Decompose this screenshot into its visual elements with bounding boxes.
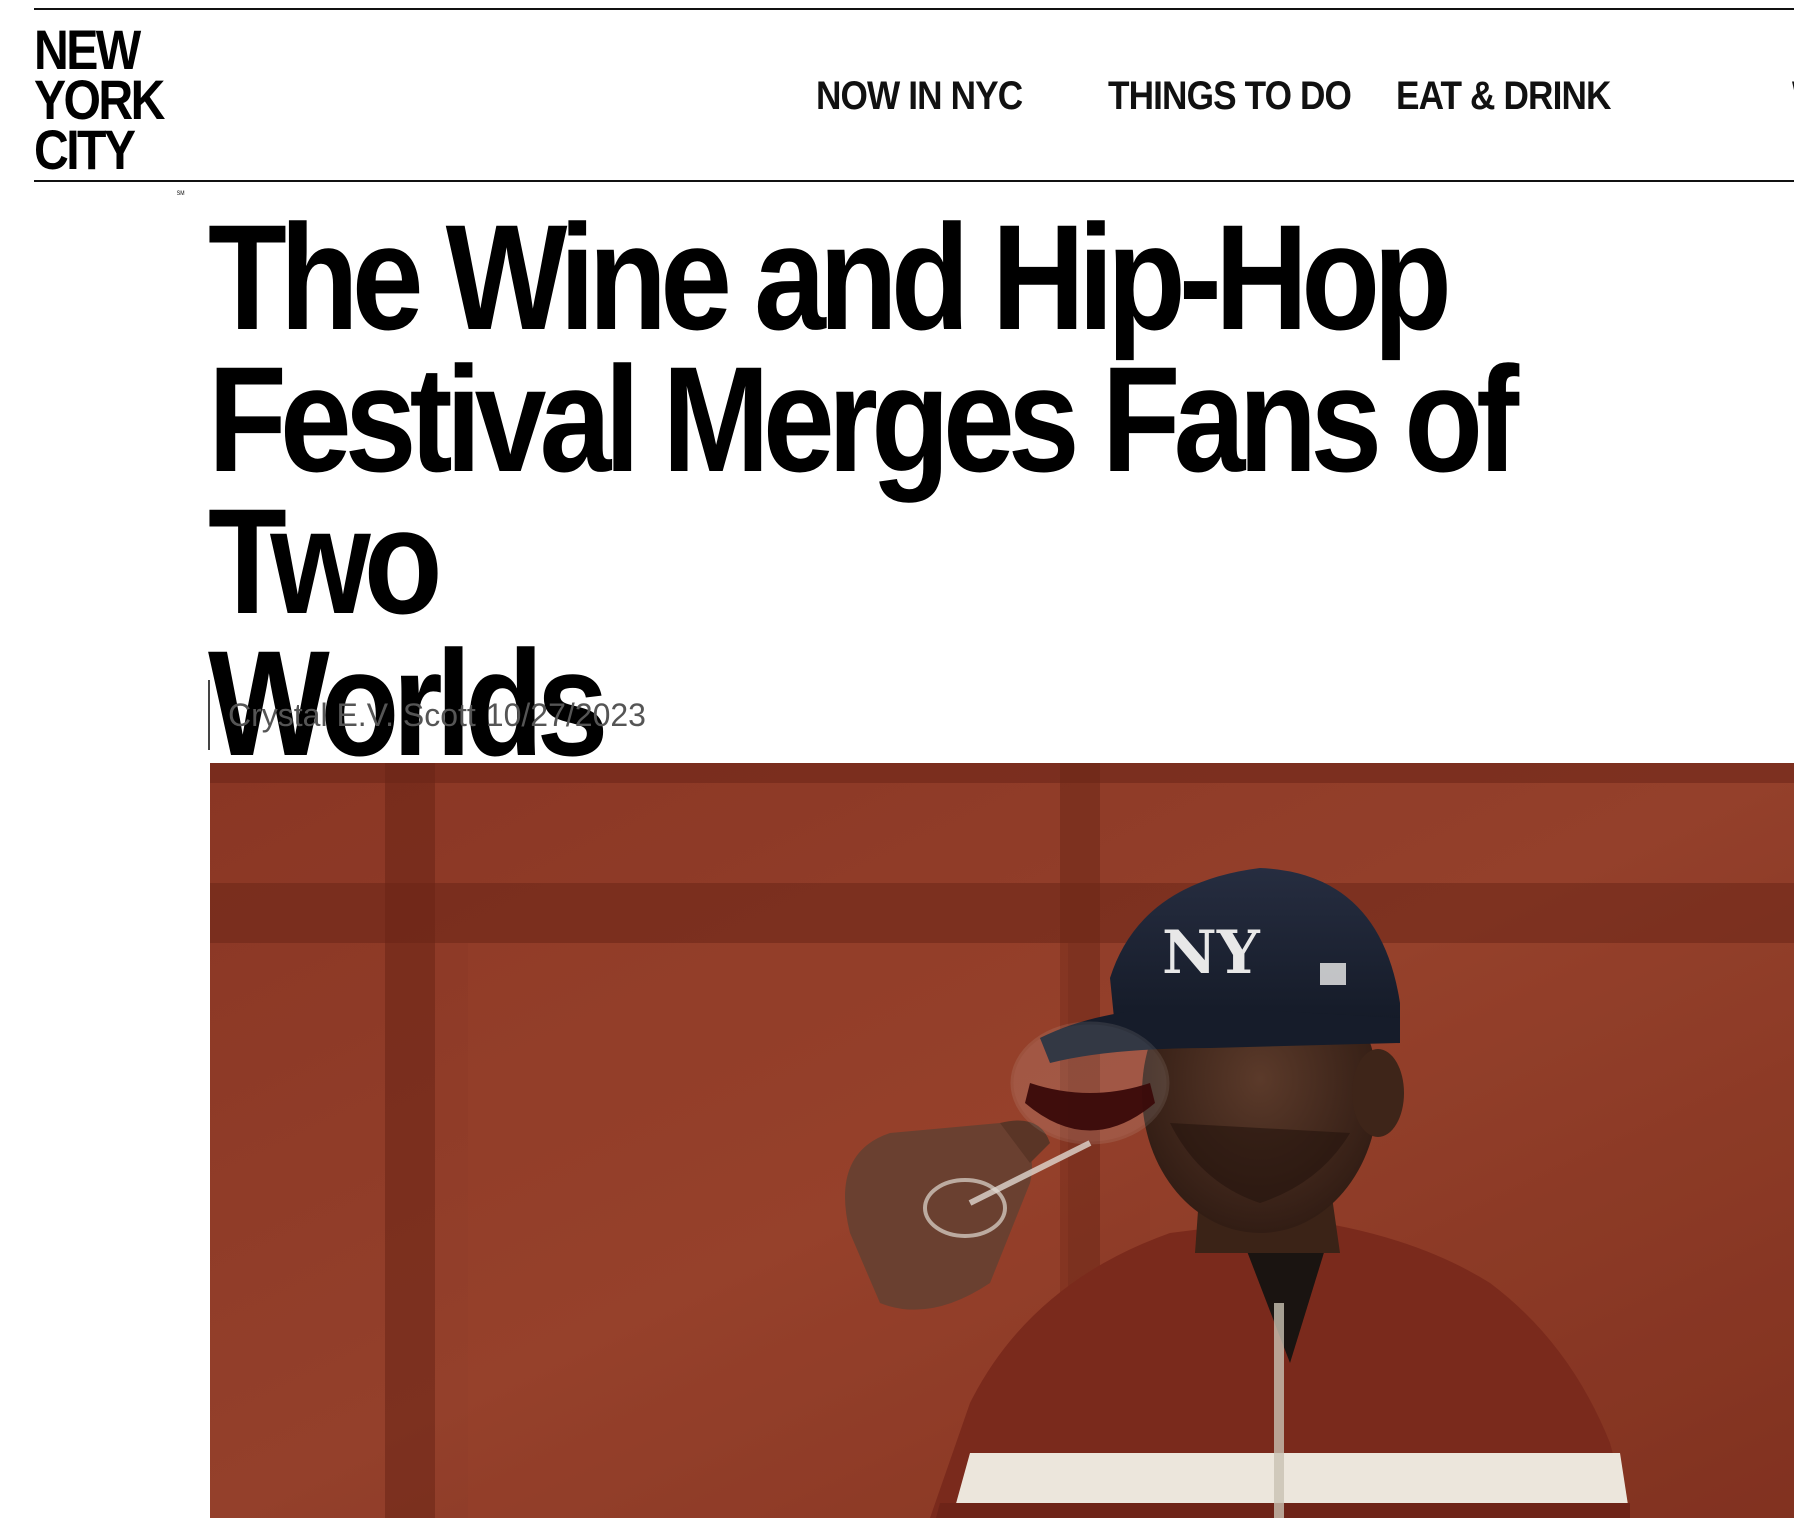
logo-trademark: SM [176,191,185,197]
article-title-line-1: The Wine and Hip-Hop [208,193,1452,361]
hero-image: NY [210,763,1794,1518]
nyc-logo[interactable]: NEW YORK CITY SM [34,22,185,198]
author-name[interactable]: Crystal E.V. Scott [228,697,476,734]
site-header: NEW YORK CITY SM NOW IN NYC THINGS TO DO… [34,8,1794,198]
cap-ny-logo: NY [1162,918,1261,988]
publish-date: 10/27/2023 [485,696,646,733]
nav-item-eat-and-drink[interactable]: EAT & DRINK [1396,74,1611,119]
logo-line-city: CITY [34,118,136,181]
hero-illustration: NY [210,763,1794,1518]
byline: Crystal E.V. Scott 10/27/2023 [208,680,646,750]
article-title-line-2: Festival Merges Fans of Two [208,335,1519,645]
nav-item-now-in-nyc[interactable]: NOW IN NYC [816,74,1023,119]
page: NEW YORK CITY SM NOW IN NYC THINGS TO DO… [0,0,1794,1518]
nav-item-things-to-do[interactable]: THINGS TO DO [1108,74,1352,119]
